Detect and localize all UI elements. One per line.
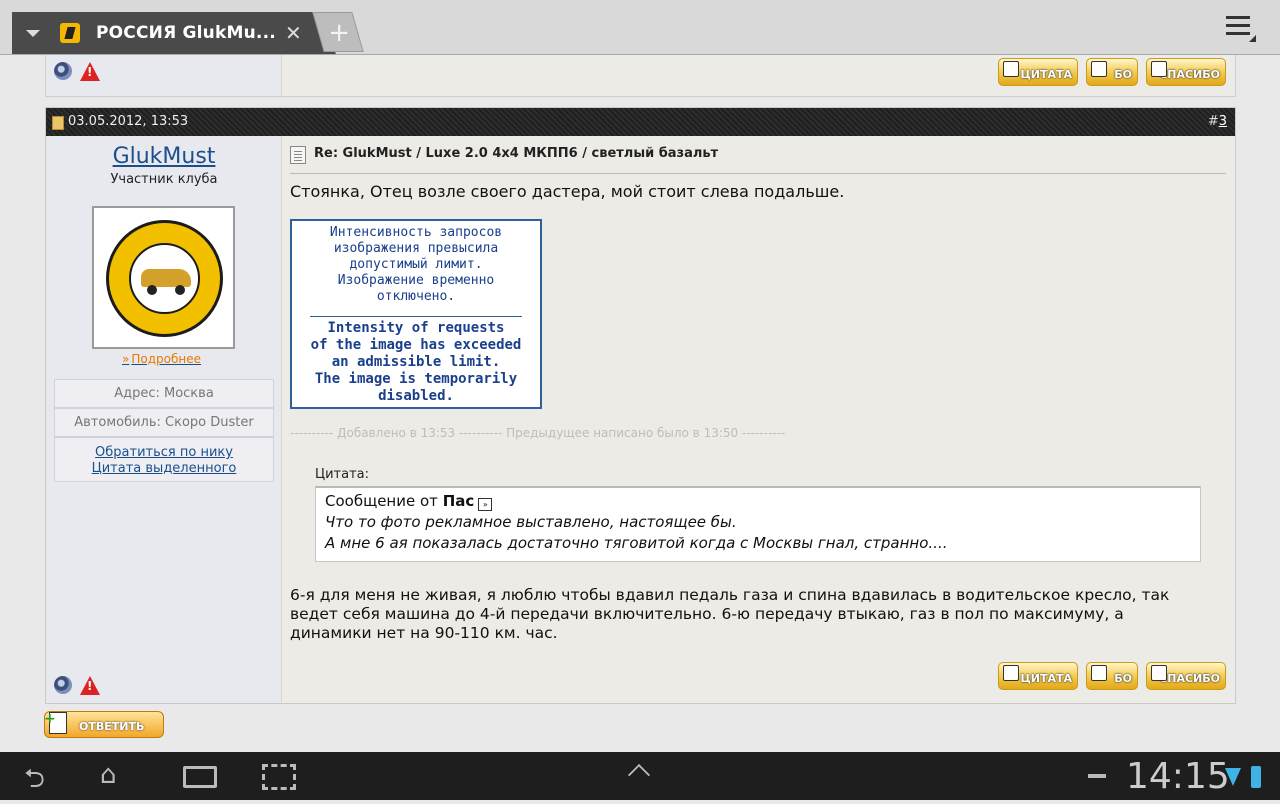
quote-line: Что то фото рекламное выставлено, настоя…	[325, 513, 737, 531]
notice-english: Intensity of requests of the image has e…	[310, 320, 522, 404]
post-date: 03.05.2012, 13:53	[68, 114, 189, 129]
quote-author: Пас	[442, 492, 475, 510]
forum-page: ЦИТАТА БО СПАСИБО 03.05.2012, 13:53 #3 G…	[0, 55, 1280, 752]
recent-apps-icon[interactable]	[183, 766, 217, 788]
back-icon[interactable]: ⮌	[24, 760, 45, 804]
merged-post-separator: ---------- Добавлено в 13:53 ---------- …	[290, 426, 786, 440]
previous-post-actions: ЦИТАТА БО СПАСИБО	[998, 58, 1226, 86]
bo-button[interactable]: БО	[1086, 58, 1138, 86]
online-status-icon	[54, 62, 72, 80]
screenshot-icon[interactable]	[262, 764, 296, 790]
previous-status-icons	[54, 62, 100, 82]
status-icons	[54, 676, 100, 696]
minimize-icon[interactable]	[1088, 774, 1106, 778]
quote-selected-link[interactable]: Цитата выделенного	[55, 461, 273, 477]
user-title: Участник клуба	[110, 172, 218, 187]
quote-button[interactable]: ЦИТАТА	[998, 58, 1078, 86]
browser-tab-bar: РОССИЯ GlukMu... ✕ +	[0, 0, 1280, 55]
post-title: Re: GlukMust / Luxe 2.0 4x4 МКПП6 / свет…	[314, 146, 719, 161]
post-header: 03.05.2012, 13:53 #3	[46, 108, 1235, 136]
wifi-icon	[1225, 768, 1241, 786]
add-doc-icon	[1091, 61, 1107, 77]
bo-button[interactable]: БО	[1086, 662, 1138, 690]
thanks-button[interactable]: СПАСИБО	[1146, 662, 1226, 690]
plus-icon: +	[328, 18, 351, 48]
online-status-icon	[54, 676, 72, 694]
image-disabled-notice[interactable]: Интенсивность запросов изображения превы…	[290, 219, 542, 409]
double-chevron-icon: »	[122, 352, 130, 366]
thanks-button[interactable]: СПАСИБО	[1146, 58, 1226, 86]
clock[interactable]: 14:15	[1126, 756, 1230, 797]
reply-button[interactable]: ОТВЕТИТЬ	[44, 711, 164, 738]
tab-close-icon[interactable]: ✕	[285, 21, 302, 45]
system-navigation-bar: ⮌ ⌂ 14:15	[0, 752, 1280, 800]
quote-icon	[1003, 665, 1019, 681]
username-link[interactable]: GlukMust	[46, 144, 282, 169]
contact-by-nick-link[interactable]: Обратиться по нику	[55, 445, 273, 461]
post-body-text: 6-я для меня не живая, я люблю чтобы вда…	[290, 586, 1170, 642]
post-actions: ЦИТАТА БО СПАСИБО	[998, 662, 1226, 690]
browser-tab[interactable]: РОССИЯ GlukMu... ✕	[12, 12, 336, 54]
user-actions: Обратиться по нику Цитата выделенного	[54, 437, 274, 482]
browser-menu-icon[interactable]	[1226, 16, 1256, 42]
quote-label: Цитата:	[315, 467, 369, 482]
quote-source: Сообщение от Пас»	[325, 492, 493, 511]
chevron-up-icon[interactable]	[627, 763, 651, 787]
previous-post: ЦИТАТА БО СПАСИБО	[45, 55, 1236, 97]
tab-dropdown-icon[interactable]	[26, 30, 40, 37]
notice-russian: Интенсивность запросов изображения превы…	[329, 225, 503, 304]
quote-block: Сообщение от Пас» Что то фото рекламное …	[315, 486, 1201, 562]
quote-icon	[1003, 61, 1019, 77]
car-icon	[141, 269, 191, 295]
post-title-bar: Re: GlukMust / Luxe 2.0 4x4 МКПП6 / свет…	[290, 144, 1226, 174]
notice-divider	[310, 316, 522, 317]
speech-bubble-icon	[1151, 665, 1167, 681]
report-warning-icon[interactable]	[80, 62, 100, 82]
avatar[interactable]	[92, 206, 235, 349]
avatar-logo	[106, 220, 223, 337]
post-date-icon	[52, 116, 64, 130]
post-number-link[interactable]: 3	[1219, 114, 1227, 129]
quote-line: А мне 6 ая показалась достаточно тяговит…	[325, 534, 948, 552]
quote-button[interactable]: ЦИТАТА	[998, 662, 1078, 690]
new-reply-icon	[44, 711, 67, 734]
home-icon[interactable]: ⌂	[100, 760, 117, 790]
jump-to-post-icon[interactable]: »	[478, 498, 493, 511]
forum-post: 03.05.2012, 13:53 #3 GlukMust Участник к…	[45, 107, 1236, 704]
more-info-link[interactable]: » Подробнее	[122, 352, 203, 366]
post-text-line: Стоянка, Отец возле своего дастера, мой …	[290, 182, 845, 201]
battery-icon	[1251, 766, 1261, 788]
post-user-column: GlukMust Участник клуба » Подробнее Адрес…	[46, 136, 282, 703]
speech-bubble-icon	[1151, 61, 1167, 77]
site-favicon-icon	[60, 23, 80, 43]
add-doc-icon	[1091, 665, 1107, 681]
user-address: Адрес: Москва	[54, 379, 274, 408]
user-car: Автомобиль: Скоро Duster	[54, 408, 274, 437]
previous-post-user-column	[46, 55, 282, 96]
tab-title: РОССИЯ GlukMu...	[96, 23, 276, 43]
post-number: #3	[1207, 114, 1227, 129]
document-icon	[290, 146, 306, 164]
report-warning-icon[interactable]	[80, 676, 100, 696]
